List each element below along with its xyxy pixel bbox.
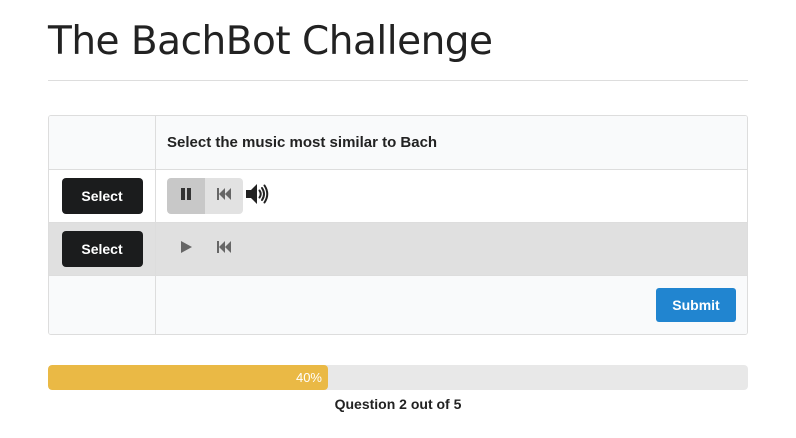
option-1-player-cell bbox=[156, 170, 747, 222]
question-header-row: Select the music most similar to Bach bbox=[49, 116, 747, 169]
rewind-button[interactable] bbox=[205, 178, 243, 214]
progress-bar: 40% bbox=[48, 365, 748, 390]
title-divider bbox=[48, 80, 748, 81]
audio-player-1 bbox=[167, 178, 271, 214]
submit-cell: Submit bbox=[156, 276, 747, 334]
option-2-player-cell bbox=[156, 223, 747, 275]
audio-player-2 bbox=[167, 231, 243, 267]
play-icon bbox=[180, 240, 192, 258]
rewind-icon bbox=[217, 187, 231, 205]
volume-button[interactable] bbox=[243, 178, 271, 214]
header-empty-cell bbox=[49, 116, 156, 169]
volume-icon bbox=[245, 183, 269, 210]
select-button-1[interactable]: Select bbox=[61, 178, 143, 214]
header-prompt-cell: Select the music most similar to Bach bbox=[156, 116, 747, 169]
page: The BachBot Challenge Select the music m… bbox=[0, 0, 796, 438]
option-1-select-cell: Select bbox=[49, 170, 156, 222]
submit-button[interactable]: Submit bbox=[656, 288, 736, 322]
play-button[interactable] bbox=[167, 231, 205, 267]
option-2-select-cell: Select bbox=[49, 223, 156, 275]
rewind-button[interactable] bbox=[205, 231, 243, 267]
progress-status: Question 2 out of 5 bbox=[334, 396, 462, 412]
submit-row: Submit bbox=[49, 275, 747, 334]
submit-empty-cell bbox=[49, 276, 156, 334]
rewind-icon bbox=[217, 240, 231, 258]
option-row-1: Select bbox=[49, 169, 747, 222]
option-row-2: Select bbox=[49, 222, 747, 275]
progress-percent: 40% bbox=[295, 370, 322, 385]
progress-fill: 40% bbox=[48, 365, 328, 390]
pause-button[interactable] bbox=[167, 178, 205, 214]
question-prompt: Select the music most similar to Bach bbox=[167, 134, 438, 151]
pause-icon bbox=[180, 187, 192, 205]
select-button-2[interactable]: Select bbox=[61, 231, 143, 267]
page-title: The BachBot Challenge bbox=[48, 19, 493, 64]
question-table: Select the music most similar to Bach Se… bbox=[48, 115, 748, 335]
